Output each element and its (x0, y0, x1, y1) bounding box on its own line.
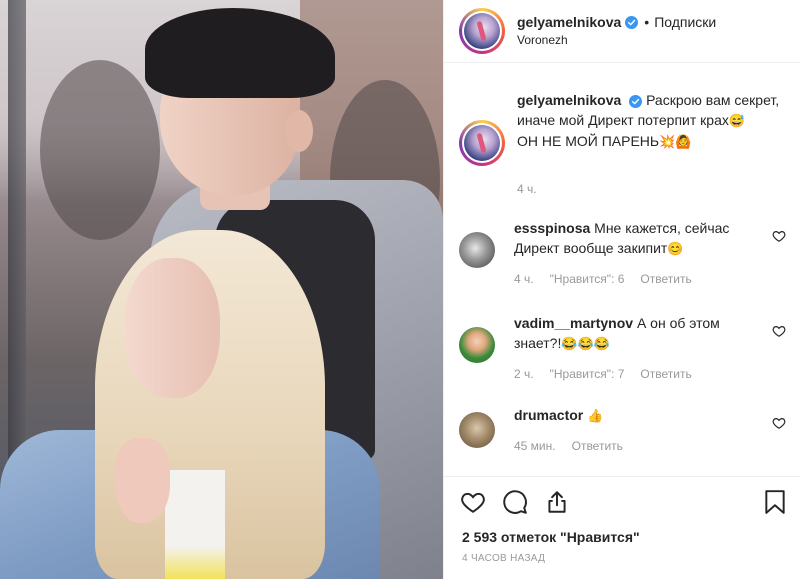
photo-woman-face (125, 258, 220, 398)
post-header: gelyamelnikova • Подписки Voronezh (444, 0, 800, 63)
avatar-border (462, 123, 502, 163)
comment-username[interactable]: essspinosa (514, 220, 590, 236)
instagram-post: gelyamelnikova • Подписки Voronezh gelya… (0, 0, 800, 579)
comment-emoji: 😂😂😂 (561, 336, 610, 351)
verified-badge-icon (629, 94, 643, 108)
verified-badge-icon (625, 15, 639, 29)
reply-button[interactable]: Ответить (640, 367, 691, 381)
photo-woman-hand (115, 438, 170, 523)
comment-heart-icon[interactable] (772, 416, 786, 430)
photo-woman-shirt (165, 470, 225, 579)
share-icon[interactable] (544, 489, 570, 515)
header-text: gelyamelnikova • Подписки Voronezh (517, 13, 716, 49)
comment-avatar[interactable] (459, 327, 495, 363)
comment-text: essspinosa Мне кажется, сейчас Директ во… (514, 218, 746, 259)
caption-text: gelyamelnikova Раскрою вам секрет, иначе… (517, 90, 787, 152)
caption-emoji: 💥🙆 (659, 134, 692, 149)
comment-text: drumactor 👍 (514, 405, 746, 426)
following-button[interactable]: Подписки (654, 13, 716, 31)
caption-avatar[interactable] (459, 120, 505, 166)
author-avatar[interactable] (459, 8, 505, 54)
avatar-image (464, 13, 500, 49)
avatar-image (464, 125, 500, 161)
header-line: gelyamelnikova • Подписки (517, 13, 716, 31)
comment-time[interactable]: 45 мин. (514, 439, 556, 453)
comment-meta: 45 мин. Ответить (514, 439, 623, 453)
post-photo[interactable] (0, 0, 443, 579)
header-separator: • (644, 14, 650, 30)
comment-username[interactable]: vadim__martynov (514, 315, 633, 331)
thumbs-up-emoji: 👍 (587, 408, 604, 423)
caption-text-line2: ОН НЕ МОЙ ПАРЕНЬ (517, 133, 660, 149)
comment-emoji: 😊 (667, 241, 684, 256)
comment-avatar[interactable] (459, 412, 495, 448)
comment-heart-icon[interactable] (772, 229, 786, 243)
comment-time[interactable]: 2 ч. (514, 367, 534, 381)
caption-meta: 4 ч. (517, 182, 537, 196)
comment-username[interactable]: drumactor (514, 407, 583, 423)
comment-meta: 4 ч. "Нравится": 6 Ответить (514, 272, 692, 286)
comment-meta: 2 ч. "Нравится": 7 Ответить (514, 367, 692, 381)
photo-man-ear (285, 110, 313, 152)
reply-button[interactable]: Ответить (572, 439, 623, 453)
comment-time[interactable]: 4 ч. (514, 272, 534, 286)
comment-likes[interactable]: "Нравится": 7 (550, 367, 625, 381)
comment-avatar[interactable] (459, 232, 495, 268)
comment-likes[interactable]: "Нравится": 6 (550, 272, 625, 286)
action-icons (460, 489, 570, 515)
comment-icon[interactable] (502, 489, 528, 515)
photo-tree (40, 60, 160, 240)
comment-text: vadim__martynov А он об этом знает?!😂😂😂 (514, 313, 746, 354)
avatar-border (462, 11, 502, 51)
reply-button[interactable]: Ответить (640, 272, 691, 286)
heart-icon[interactable] (460, 489, 486, 515)
likes-count[interactable]: 2 593 отметок "Нравится" (462, 529, 640, 545)
post-side-panel: gelyamelnikova • Подписки Voronezh gelya… (443, 0, 800, 579)
sweat-smile-emoji: 😅 (728, 113, 746, 128)
post-timestamp: 4 ЧАСОВ НАЗАД (462, 553, 546, 564)
post-location[interactable]: Voronezh (517, 31, 716, 49)
post-actions: 2 593 отметок "Нравится" 4 ЧАСОВ НАЗАД (444, 476, 800, 579)
author-username[interactable]: gelyamelnikova (517, 13, 621, 31)
bookmark-icon[interactable] (763, 489, 787, 515)
caption-time[interactable]: 4 ч. (517, 182, 537, 196)
comment-heart-icon[interactable] (772, 324, 786, 338)
caption-username[interactable]: gelyamelnikova (517, 92, 621, 108)
